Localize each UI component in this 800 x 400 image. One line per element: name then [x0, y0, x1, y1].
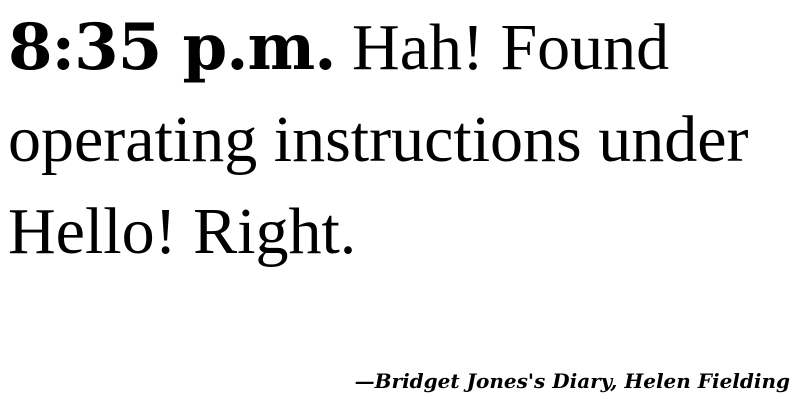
quote-text: 8:35 p.m. Hah! Found operating instructi…: [8, 2, 798, 278]
quote-attribution: —Bridget Jones's Diary, Helen Fielding: [354, 369, 790, 393]
quote-time: 8:35 p.m.: [8, 10, 337, 85]
